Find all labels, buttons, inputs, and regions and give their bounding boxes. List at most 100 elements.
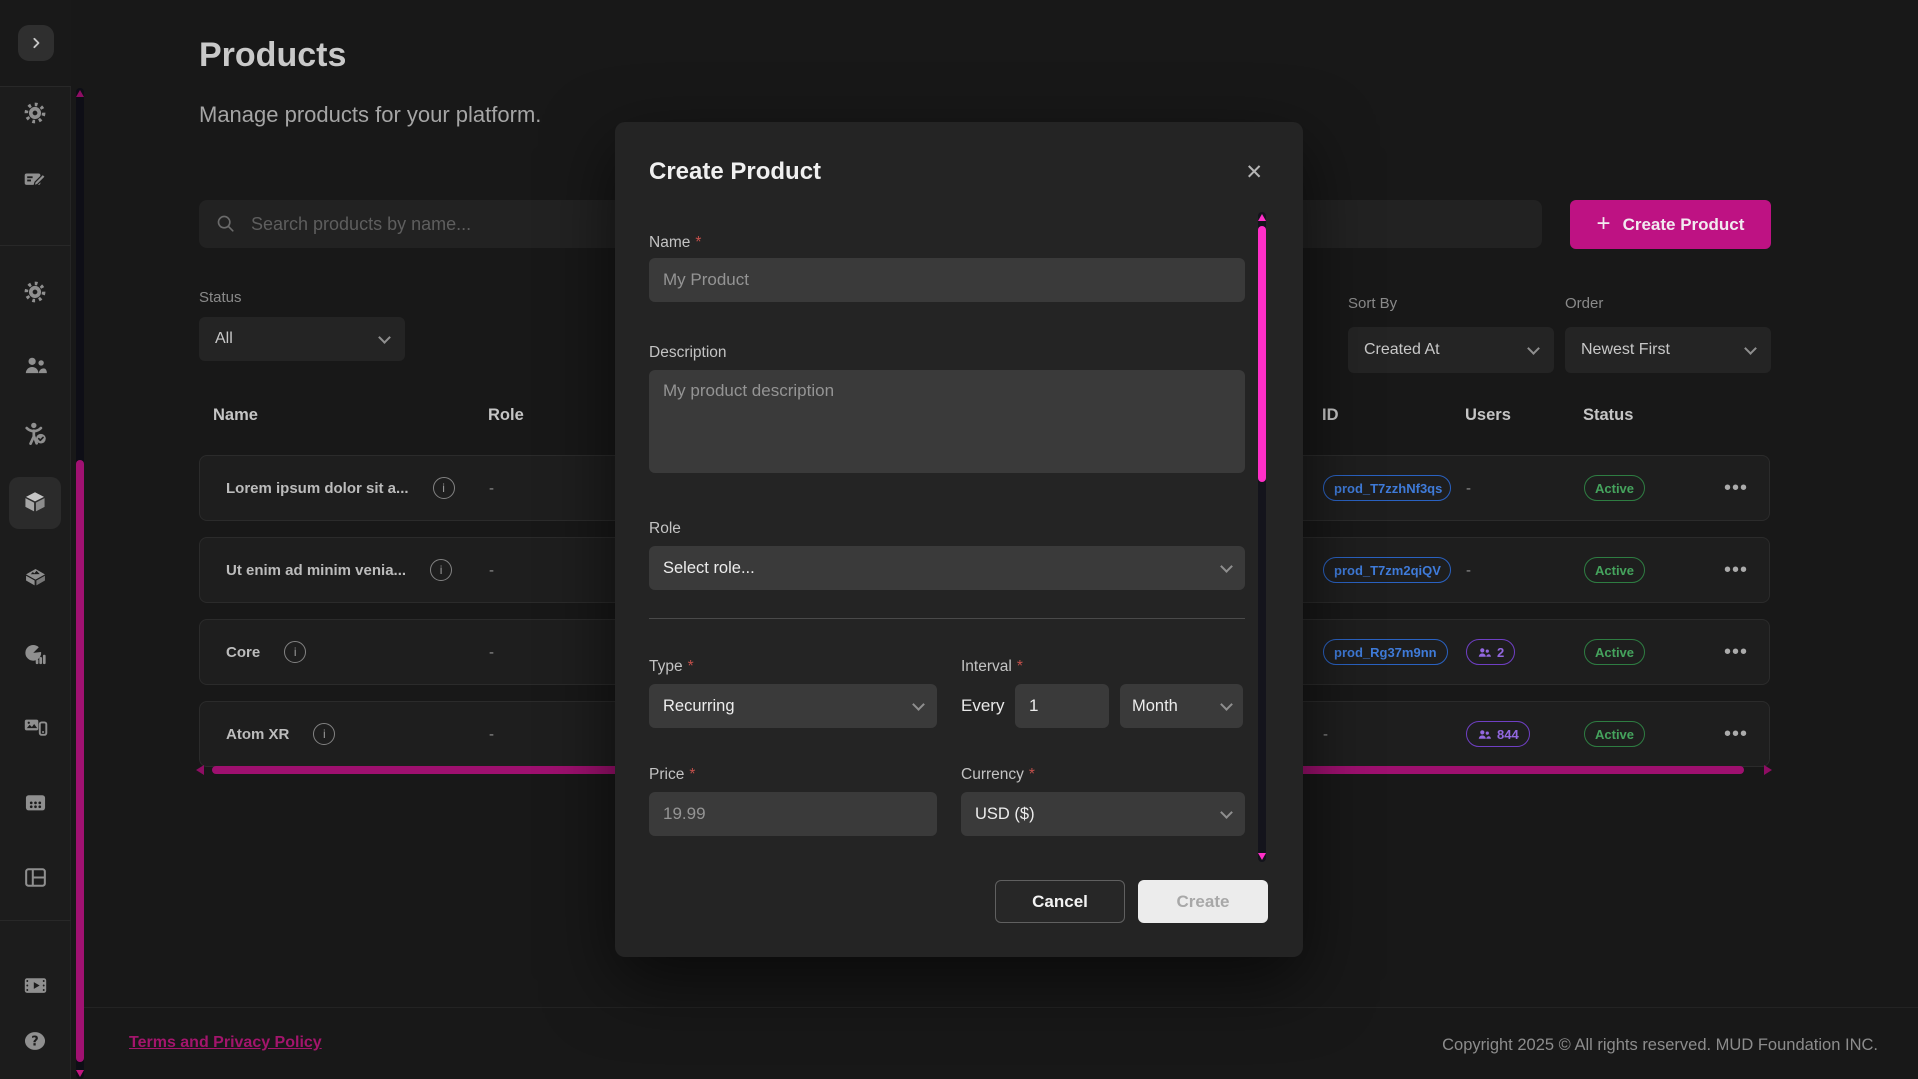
row-menu-button[interactable]: ••• bbox=[1724, 477, 1769, 500]
user-check-icon bbox=[22, 420, 49, 447]
scroll-up-arrow[interactable] bbox=[1258, 214, 1266, 221]
create-product-button[interactable]: + Create Product bbox=[1570, 200, 1771, 249]
chevron-down-icon bbox=[1744, 342, 1757, 355]
sidebar-item-scenes[interactable] bbox=[9, 552, 61, 604]
role-select[interactable]: Select role... bbox=[649, 546, 1245, 590]
interval-label: Interval* bbox=[961, 658, 1023, 676]
col-header-users: Users bbox=[1465, 406, 1583, 425]
page-title: Products bbox=[199, 36, 346, 75]
description-label: Description bbox=[649, 344, 727, 362]
scroll-down-arrow[interactable] bbox=[1258, 853, 1266, 860]
status-select-value: All bbox=[215, 330, 233, 348]
role-select-value: Select role... bbox=[663, 559, 755, 578]
price-label: Price* bbox=[649, 766, 695, 784]
info-icon[interactable]: i bbox=[430, 559, 452, 581]
sidebar-item-schedule[interactable] bbox=[9, 776, 61, 828]
col-header-id: ID bbox=[1322, 406, 1465, 425]
product-name: Core bbox=[226, 644, 260, 661]
invoice-edit-icon bbox=[22, 167, 48, 193]
row-menu-button[interactable]: ••• bbox=[1724, 559, 1769, 582]
product-name: Lorem ipsum dolor sit a... bbox=[226, 480, 409, 497]
page-scrollbar[interactable] bbox=[76, 88, 84, 1079]
users-count-badge: 844 bbox=[1466, 721, 1530, 747]
chevron-down-icon bbox=[1220, 560, 1233, 573]
app-window: ? Products Manage products for your plat… bbox=[0, 0, 1918, 1079]
product-id: - bbox=[1323, 726, 1466, 743]
sidebar-item-media[interactable] bbox=[9, 701, 61, 753]
required-mark: * bbox=[1017, 658, 1023, 675]
users-icon bbox=[22, 352, 49, 379]
sidebar-item-members[interactable] bbox=[9, 407, 61, 459]
row-menu-button[interactable]: ••• bbox=[1724, 641, 1769, 664]
price-field[interactable] bbox=[649, 792, 937, 836]
gear-icon bbox=[22, 279, 48, 305]
scroll-left-arrow[interactable] bbox=[196, 765, 204, 775]
status-badge: Active bbox=[1584, 475, 1645, 501]
search-icon bbox=[215, 213, 237, 235]
type-select-value: Recurring bbox=[663, 697, 735, 716]
sidebar-expand-button[interactable] bbox=[18, 25, 54, 61]
col-header-status: Status bbox=[1583, 406, 1723, 425]
scroll-up-arrow[interactable] bbox=[76, 90, 84, 97]
required-mark: * bbox=[688, 658, 694, 675]
product-id-badge[interactable]: prod_Rg37m9nn bbox=[1323, 639, 1448, 665]
interval-unit-value: Month bbox=[1132, 697, 1178, 716]
plus-icon: + bbox=[1597, 212, 1611, 236]
description-field[interactable] bbox=[649, 370, 1245, 473]
status-select[interactable]: All bbox=[199, 317, 405, 361]
required-mark: * bbox=[1029, 766, 1035, 783]
currency-select[interactable]: USD ($) bbox=[961, 792, 1245, 836]
terms-privacy-link[interactable]: Terms and Privacy Policy bbox=[129, 1034, 322, 1052]
row-menu-button[interactable]: ••• bbox=[1724, 723, 1769, 746]
sidebar-divider bbox=[0, 245, 71, 246]
page-scrollbar-thumb[interactable] bbox=[76, 460, 84, 1062]
sort-by-label: Sort By bbox=[1348, 295, 1397, 312]
product-name: Atom XR bbox=[226, 726, 289, 743]
sidebar-item-invoices[interactable] bbox=[9, 154, 61, 206]
name-field[interactable] bbox=[649, 258, 1245, 302]
interval-unit-select[interactable]: Month bbox=[1120, 684, 1243, 728]
interval-count-field[interactable] bbox=[1015, 684, 1109, 728]
gear-icon bbox=[22, 100, 48, 126]
sidebar-item-users[interactable] bbox=[9, 339, 61, 391]
info-icon[interactable]: i bbox=[433, 477, 455, 499]
create-button[interactable]: Create bbox=[1138, 880, 1268, 923]
cancel-button[interactable]: Cancel bbox=[995, 880, 1125, 923]
modal-scrollbar[interactable] bbox=[1258, 212, 1266, 862]
sidebar-item-help[interactable]: ? bbox=[9, 1015, 61, 1067]
currency-label: Currency* bbox=[961, 766, 1035, 784]
copyright-text: Copyright 2025 © All rights reserved. MU… bbox=[1442, 1036, 1878, 1055]
order-select[interactable]: Newest First bbox=[1565, 327, 1771, 373]
sidebar-item-analytics[interactable] bbox=[9, 628, 61, 680]
chevron-down-icon bbox=[378, 331, 391, 344]
sidebar-item-layout[interactable] bbox=[9, 851, 61, 903]
sidebar-item-videos[interactable] bbox=[9, 959, 61, 1011]
pie-chart-icon bbox=[22, 641, 49, 668]
scroll-down-arrow[interactable] bbox=[76, 1070, 84, 1077]
modal-scrollbar-thumb[interactable] bbox=[1258, 226, 1266, 482]
product-id-badge[interactable]: prod_T7zm2qiQV bbox=[1323, 557, 1451, 583]
modal-title: Create Product bbox=[649, 158, 821, 186]
calendar-dots-icon bbox=[22, 789, 49, 816]
sidebar-item-preferences[interactable] bbox=[9, 266, 61, 318]
chevron-down-icon bbox=[1527, 342, 1540, 355]
close-icon[interactable]: ✕ bbox=[1245, 162, 1263, 183]
page-subtitle: Manage products for your platform. bbox=[199, 102, 541, 128]
sort-by-select[interactable]: Created At bbox=[1348, 327, 1554, 373]
help-icon: ? bbox=[21, 1027, 49, 1055]
order-label: Order bbox=[1565, 295, 1603, 312]
order-value: Newest First bbox=[1581, 341, 1670, 359]
info-icon[interactable]: i bbox=[313, 723, 335, 745]
sidebar-item-settings[interactable] bbox=[9, 87, 61, 139]
role-label: Role bbox=[649, 520, 681, 538]
product-id-badge[interactable]: prod_T7zzhNf3qs bbox=[1323, 475, 1451, 501]
type-label: Type* bbox=[649, 658, 694, 676]
type-select[interactable]: Recurring bbox=[649, 684, 937, 728]
sidebar: ? bbox=[0, 0, 71, 1079]
chevron-down-icon bbox=[912, 698, 925, 711]
info-icon[interactable]: i bbox=[284, 641, 306, 663]
sidebar-item-products[interactable] bbox=[9, 477, 61, 529]
layout-panels-icon bbox=[22, 864, 49, 891]
scroll-right-arrow[interactable] bbox=[1764, 765, 1772, 775]
status-badge: Active bbox=[1584, 721, 1645, 747]
